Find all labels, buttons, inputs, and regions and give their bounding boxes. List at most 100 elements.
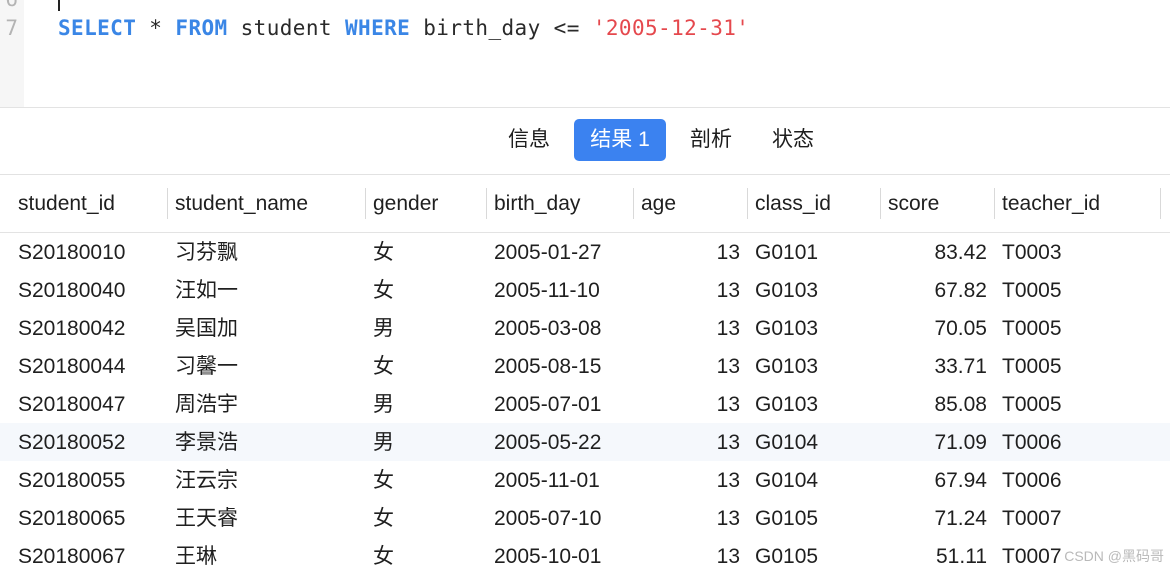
- column-header-score[interactable]: score: [880, 175, 994, 232]
- cell-student-id[interactable]: S20180055: [18, 461, 167, 499]
- column-resize-handle[interactable]: [1160, 188, 1161, 219]
- cell-age[interactable]: 13: [630, 461, 740, 499]
- cell-teacher-id[interactable]: T0007: [1002, 499, 1162, 537]
- cell-teacher-id[interactable]: T0005: [1002, 385, 1162, 423]
- table-row[interactable]: S20180044 习馨一女 2005-08-15 13 G0103 33.71 T0005: [0, 347, 1170, 385]
- table-row[interactable]: S20180042 吴国加男 2005-03-08 13 G0103 70.05 T0005: [0, 309, 1170, 347]
- column-header-age[interactable]: age: [633, 175, 747, 232]
- sql-query-line[interactable]: SELECT * FROM student WHERE birth_day <=…: [58, 16, 749, 40]
- table-row[interactable]: S20180067 王琳女 2005-10-01 13 G0105 51.11 T0007: [0, 537, 1170, 572]
- cell-student-name[interactable]: 汪如一: [175, 271, 365, 309]
- cell-class-id[interactable]: G0103: [755, 385, 880, 423]
- cell-student-id[interactable]: S20180052: [18, 423, 167, 461]
- cell-age[interactable]: 13: [630, 309, 740, 347]
- cell-birth-day[interactable]: 2005-07-01: [494, 385, 633, 423]
- cell-score[interactable]: 67.94: [877, 461, 987, 499]
- cell-class-id[interactable]: G0104: [755, 461, 880, 499]
- cell-score[interactable]: 71.24: [877, 499, 987, 537]
- cell-gender[interactable]: 女: [373, 233, 486, 271]
- tab-profile[interactable]: 剖析: [677, 119, 745, 161]
- cell-score[interactable]: 85.08: [877, 385, 987, 423]
- cell-age[interactable]: 13: [630, 385, 740, 423]
- cell-class-id[interactable]: G0105: [755, 537, 880, 572]
- cell-student-id[interactable]: S20180047: [18, 385, 167, 423]
- cell-age[interactable]: 13: [630, 423, 740, 461]
- cell-student-name[interactable]: 王琳: [175, 537, 365, 572]
- column-header-class-id[interactable]: class_id: [747, 175, 880, 232]
- cell-birth-day[interactable]: 2005-05-22: [494, 423, 633, 461]
- cell-student-id[interactable]: S20180044: [18, 347, 167, 385]
- column-header-student-id[interactable]: student_id: [10, 175, 167, 232]
- column-resize-handle[interactable]: [486, 188, 487, 219]
- column-resize-handle[interactable]: [365, 188, 366, 219]
- cell-age[interactable]: 13: [630, 499, 740, 537]
- cell-student-id[interactable]: S20180065: [18, 499, 167, 537]
- tab-info[interactable]: 信息: [495, 119, 563, 161]
- cell-score[interactable]: 33.71: [877, 347, 987, 385]
- table-row[interactable]: S20180040 汪如一女 2005-11-10 13 G0103 67.82 T0005: [0, 271, 1170, 309]
- cell-teacher-id[interactable]: T0006: [1002, 423, 1162, 461]
- cell-teacher-id[interactable]: T0006: [1002, 461, 1162, 499]
- table-row[interactable]: S20180010 习芬飘女 2005-01-27 13 G0101 83.42 T0003: [0, 233, 1170, 271]
- cell-teacher-id[interactable]: T0003: [1002, 233, 1162, 271]
- table-row[interactable]: S20180052 李景浩男 2005-05-22 13 G0104 71.09 T0006: [0, 423, 1170, 461]
- cell-gender[interactable]: 女: [373, 347, 486, 385]
- cell-teacher-id[interactable]: T0005: [1002, 347, 1162, 385]
- cell-class-id[interactable]: G0103: [755, 271, 880, 309]
- cell-gender[interactable]: 女: [373, 499, 486, 537]
- cell-birth-day[interactable]: 2005-07-10: [494, 499, 633, 537]
- cell-score[interactable]: 51.11: [877, 537, 987, 572]
- column-header-gender[interactable]: gender: [365, 175, 486, 232]
- cell-age[interactable]: 13: [630, 537, 740, 572]
- column-resize-handle[interactable]: [880, 188, 881, 219]
- cell-gender[interactable]: 女: [373, 271, 486, 309]
- cell-student-name[interactable]: 周浩宇: [175, 385, 365, 423]
- cell-birth-day[interactable]: 2005-11-01: [494, 461, 633, 499]
- cell-gender[interactable]: 男: [373, 423, 486, 461]
- cell-score[interactable]: 70.05: [877, 309, 987, 347]
- cell-birth-day[interactable]: 2005-03-08: [494, 309, 633, 347]
- cell-teacher-id[interactable]: T0005: [1002, 309, 1162, 347]
- cell-student-name[interactable]: 李景浩: [175, 423, 365, 461]
- table-row[interactable]: S20180065 王天睿女 2005-07-10 13 G0105 71.24 T0007: [0, 499, 1170, 537]
- cell-age[interactable]: 13: [630, 271, 740, 309]
- cell-student-id[interactable]: S20180067: [18, 537, 167, 572]
- cell-score[interactable]: 67.82: [877, 271, 987, 309]
- column-header-student-name[interactable]: student_name: [167, 175, 365, 232]
- cell-score[interactable]: 83.42: [877, 233, 987, 271]
- column-header-birth-day[interactable]: birth_day: [486, 175, 633, 232]
- column-resize-handle[interactable]: [747, 188, 748, 219]
- column-resize-handle[interactable]: [633, 188, 634, 219]
- column-resize-handle[interactable]: [167, 188, 168, 219]
- cell-student-id[interactable]: S20180042: [18, 309, 167, 347]
- cell-class-id[interactable]: G0104: [755, 423, 880, 461]
- cell-class-id[interactable]: G0103: [755, 309, 880, 347]
- sql-editor[interactable]: 6 7 SELECT * FROM student WHERE birth_da…: [0, 0, 1170, 107]
- cell-student-name[interactable]: 习芬飘: [175, 233, 365, 271]
- cell-birth-day[interactable]: 2005-11-10: [494, 271, 633, 309]
- cell-gender[interactable]: 男: [373, 309, 486, 347]
- cell-student-name[interactable]: 吴国加: [175, 309, 365, 347]
- column-resize-handle[interactable]: [994, 188, 995, 219]
- cell-student-name[interactable]: 王天睿: [175, 499, 365, 537]
- table-row[interactable]: S20180055 汪云宗女 2005-11-01 13 G0104 67.94 T0006: [0, 461, 1170, 499]
- tab-result-1[interactable]: 结果 1: [574, 119, 666, 161]
- cell-age[interactable]: 13: [630, 233, 740, 271]
- column-header-teacher-id[interactable]: teacher_id: [994, 175, 1162, 232]
- result-grid[interactable]: student_id student_name gender birth_day age…: [0, 174, 1170, 572]
- cell-student-id[interactable]: S20180010: [18, 233, 167, 271]
- cell-age[interactable]: 13: [630, 347, 740, 385]
- cell-gender[interactable]: 女: [373, 461, 486, 499]
- table-row[interactable]: S20180047 周浩宇男 2005-07-01 13 G0103 85.08 T0005: [0, 385, 1170, 423]
- cell-student-id[interactable]: S20180040: [18, 271, 167, 309]
- cell-birth-day[interactable]: 2005-08-15: [494, 347, 633, 385]
- cell-birth-day[interactable]: 2005-10-01: [494, 537, 633, 572]
- cell-student-name[interactable]: 习馨一: [175, 347, 365, 385]
- cell-birth-day[interactable]: 2005-01-27: [494, 233, 633, 271]
- cell-teacher-id[interactable]: T0005: [1002, 271, 1162, 309]
- cell-class-id[interactable]: G0103: [755, 347, 880, 385]
- cell-gender[interactable]: 女: [373, 537, 486, 572]
- cell-class-id[interactable]: G0101: [755, 233, 880, 271]
- cell-class-id[interactable]: G0105: [755, 499, 880, 537]
- tab-status[interactable]: 状态: [759, 119, 827, 161]
